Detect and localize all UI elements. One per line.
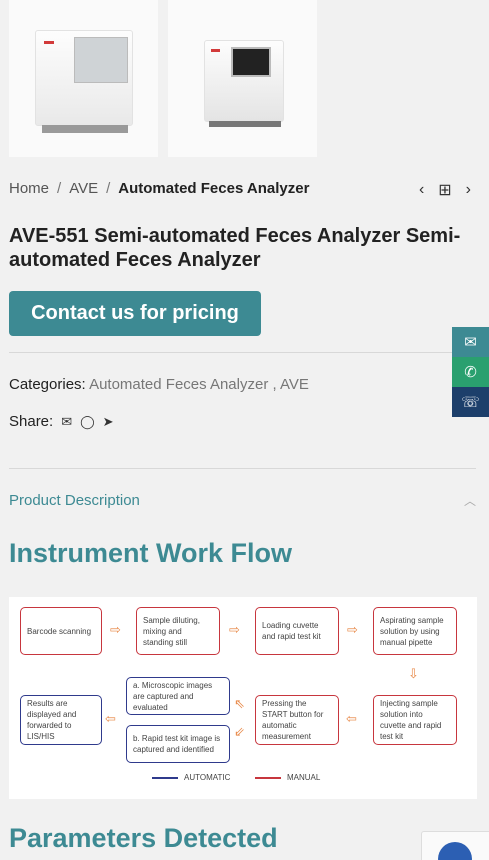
categories-label: Categories: [9, 376, 86, 393]
breadcrumb-current: Automated Feces Analyzer [118, 180, 310, 197]
step-microscopic: a. Microscopic images are captured and e… [126, 677, 230, 715]
product-thumbnail-1[interactable] [9, 0, 158, 157]
step-rapid-test: b. Rapid test kit image is captured and … [126, 725, 230, 763]
step-load: Loading cuvette and rapid test kit [255, 607, 339, 655]
workflow-diagram: Barcode scanning ⇨ Sample diluting, mixi… [9, 597, 477, 799]
analyzer-image-1 [35, 30, 133, 133]
chevron-up-icon: ︿ [463, 494, 476, 508]
breadcrumb-home[interactable]: Home [9, 180, 49, 197]
breadcrumb-separator: / [57, 180, 62, 197]
arrow-upleft-icon: ⇖ [234, 696, 245, 711]
email-share-icon[interactable]: ✉ [61, 414, 72, 430]
whatsapp-icon[interactable]: ✆ [452, 357, 489, 387]
breadcrumb: Home / AVE / Automated Feces Analyzer [9, 180, 309, 197]
step-barcode: Barcode scanning [20, 607, 102, 655]
legend-automatic: AUTOMATIC [152, 773, 230, 782]
category-links[interactable]: Automated Feces Analyzer , AVE [89, 376, 309, 393]
parameters-heading: Parameters Detected [9, 823, 278, 853]
analyzer-image-2 [204, 40, 284, 127]
contact-pricing-button[interactable]: Contact us for pricing [9, 291, 261, 336]
share: Share: ✉ ◯ ➤ [9, 413, 114, 430]
phone-icon[interactable]: ☏ [452, 387, 489, 417]
workflow-heading: Instrument Work Flow [9, 538, 293, 568]
arrow-right-icon: ⇨ [110, 622, 121, 637]
breadcrumb-ave[interactable]: AVE [69, 180, 98, 197]
share-label: Share: [9, 413, 54, 430]
arrow-down-icon: ⇩ [408, 666, 419, 681]
floating-contact-bar: ✉ ✆ ☏ [452, 327, 489, 417]
recaptcha-badge[interactable] [421, 831, 489, 860]
arrow-right-icon: ⇨ [347, 622, 358, 637]
categories: Categories: Automated Feces Analyzer , A… [9, 376, 309, 393]
step-aspirate: Aspirating sample solution by using manu… [373, 607, 457, 655]
step-press: Pressing the START button for automatic … [255, 695, 339, 745]
legend-manual: MANUAL [255, 773, 320, 782]
grid-icon[interactable]: ⊞ [438, 180, 451, 200]
arrow-left-icon: ⇦ [346, 711, 357, 726]
product-description-label: Product Description [9, 492, 140, 509]
prev-product-icon[interactable]: ‹ [419, 181, 424, 199]
product-thumbnail-2[interactable] [168, 0, 317, 157]
arrow-downleft-icon: ⇙ [234, 724, 245, 739]
email-icon[interactable]: ✉ [452, 327, 489, 357]
divider [9, 352, 476, 353]
product-nav: ‹ ⊞ › [419, 180, 471, 200]
next-product-icon[interactable]: › [466, 181, 471, 199]
step-dilute: Sample diluting, mixing and standing sti… [136, 607, 220, 655]
divider [9, 468, 476, 469]
breadcrumb-separator: / [106, 180, 111, 197]
telegram-share-icon[interactable]: ➤ [103, 414, 114, 430]
recaptcha-icon [438, 842, 472, 860]
product-title: AVE-551 Semi-automated Feces Analyzer Se… [9, 225, 461, 271]
whatsapp-share-icon[interactable]: ◯ [80, 414, 95, 430]
product-description-toggle[interactable]: Product Description ︿ [9, 492, 476, 509]
step-results: Results are displayed and forwarded to L… [20, 695, 102, 745]
step-inject: Injecting sample solution into cuvette a… [373, 695, 457, 745]
product-thumbnails [9, 0, 317, 157]
arrow-right-icon: ⇨ [229, 622, 240, 637]
arrow-left-icon: ⇦ [105, 711, 116, 726]
